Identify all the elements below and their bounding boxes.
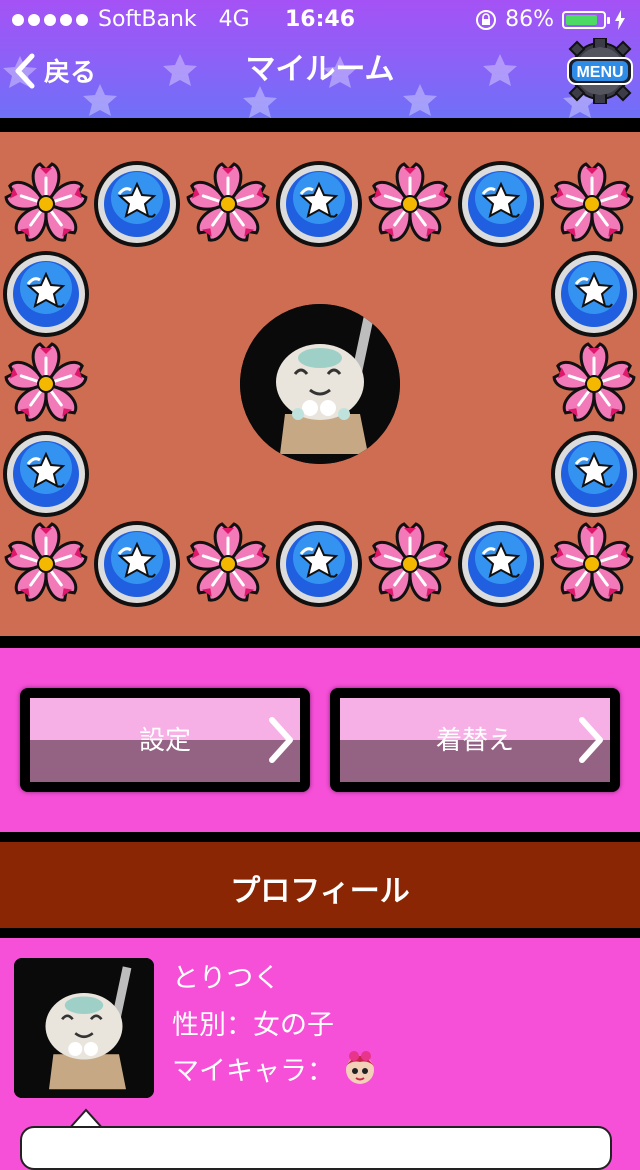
flower-icon — [186, 162, 270, 242]
profile-mychara-label: マイキャラ： — [172, 1055, 334, 1087]
profile-title: プロフィール — [230, 874, 410, 909]
settings-button[interactable]: 設定 — [20, 688, 310, 792]
chevron-right-icon — [579, 717, 603, 763]
room-avatar[interactable] — [240, 304, 400, 464]
flower-icon — [4, 342, 88, 422]
blue-star-badge-icon — [3, 431, 89, 517]
battery-icon — [562, 10, 610, 29]
blue-star-badge-icon — [94, 521, 180, 607]
rotation-lock-icon — [476, 9, 497, 30]
menu-label: MENU — [576, 64, 623, 81]
profile-gender: 性別：女の子 — [172, 1010, 334, 1041]
blue-star-badge-icon — [458, 521, 544, 607]
flower-icon — [368, 522, 452, 602]
flower-icon — [550, 162, 634, 242]
blue-star-badge-icon — [276, 521, 362, 607]
status-bar: SoftBank 4G 16:46 86% — [0, 0, 640, 40]
profile-name: とりつく — [172, 963, 281, 994]
chevron-right-icon — [269, 717, 293, 763]
top-bar: SoftBank 4G 16:46 86% 戻る マイルーム MENU — [0, 0, 640, 118]
avatar-photo — [240, 304, 400, 464]
battery-percent: 86% — [505, 7, 554, 32]
blue-star-badge-icon — [551, 251, 637, 337]
blue-star-badge-icon — [94, 161, 180, 247]
profile-comment-bubble — [20, 1126, 612, 1170]
flower-icon — [4, 522, 88, 602]
dressup-button[interactable]: 着替え — [330, 688, 620, 792]
profile-mychara-row: マイキャラ： — [172, 1048, 380, 1088]
blue-star-badge-icon — [276, 161, 362, 247]
status-right: 86% — [475, 7, 626, 32]
flower-icon — [552, 342, 636, 422]
flower-icon — [368, 162, 452, 242]
page-title: マイルーム — [245, 52, 395, 87]
flower-icon — [4, 162, 88, 242]
blue-star-badge-icon — [551, 431, 637, 517]
menu-button[interactable]: MENU — [564, 38, 636, 104]
flower-icon — [550, 522, 634, 602]
mychara-icon[interactable] — [340, 1048, 380, 1088]
blue-star-badge-icon — [3, 251, 89, 337]
flower-icon — [186, 522, 270, 602]
charging-bolt-icon — [615, 9, 625, 30]
profile-photo[interactable] — [14, 958, 154, 1098]
profile-avatar-image — [14, 958, 154, 1098]
blue-star-badge-icon — [458, 161, 544, 247]
